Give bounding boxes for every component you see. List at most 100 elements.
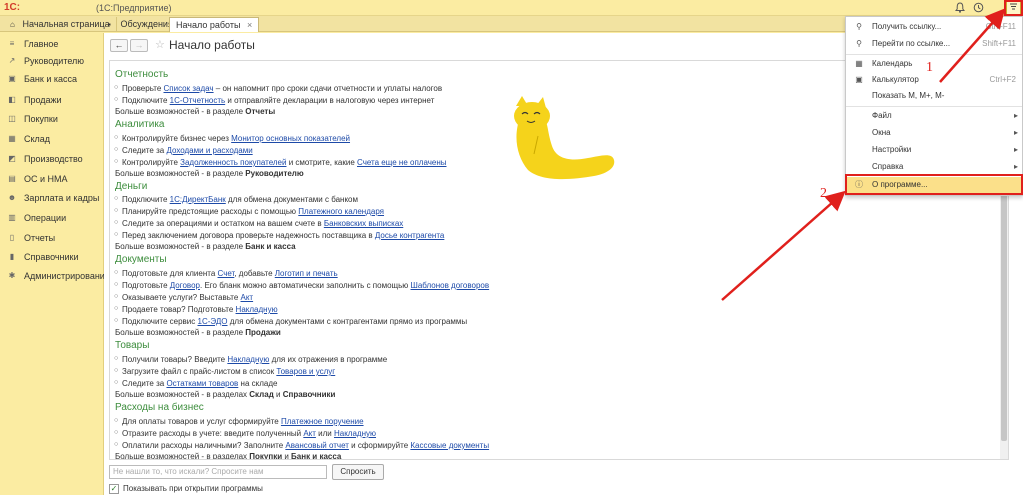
show-on-start-checkbox[interactable]: ✓ xyxy=(109,484,119,494)
menu-item-file[interactable]: Файл ▸ xyxy=(846,108,1022,124)
sidebar-item-assets[interactable]: ▤ ОС и НМА xyxy=(0,171,104,187)
ask-button[interactable]: Спросить xyxy=(332,464,384,480)
dt-kt-icon: ▥ xyxy=(8,213,16,222)
payment-order-link[interactable]: Платежное поручение xyxy=(281,417,364,426)
sidebar-item-reports[interactable]: ▯ Отчеты xyxy=(0,230,104,246)
waybill-link[interactable]: Накладную xyxy=(227,355,269,364)
menu-item-calendar[interactable]: ▦ Календарь xyxy=(846,56,1022,72)
logo-stamp-link[interactable]: Логотип и печать xyxy=(275,269,338,278)
sidebar-item-manager[interactable]: ↗ Руководителю xyxy=(0,53,104,69)
edo-link[interactable]: 1С-ЭДО xyxy=(198,317,228,326)
sidebar-item-production[interactable]: ◩ Производство xyxy=(0,151,104,167)
close-icon[interactable]: × xyxy=(247,20,252,30)
chevron-right-icon: ▸ xyxy=(1013,111,1018,120)
sidebar-item-sales[interactable]: ◧ Продажи xyxy=(0,92,104,108)
sidebar-item-warehouse[interactable]: ▦ Склад xyxy=(0,131,104,147)
list-item: Оплатили расходы наличными? Заполните Ав… xyxy=(114,441,489,450)
act-link[interactable]: Акт xyxy=(241,293,254,302)
bell-icon[interactable] xyxy=(954,2,966,14)
menu-item-settings[interactable]: Настройки ▸ xyxy=(846,142,1022,158)
more-options: Больше возможностей - в разделе Отчеты xyxy=(115,107,276,116)
income-expenses-link[interactable]: Доходами и расходами xyxy=(166,146,252,155)
app-logo: 1С: xyxy=(4,2,21,13)
list-item: Следите за Остатками товаров на складе xyxy=(114,379,277,388)
reporting-link[interactable]: 1С-Отчетность xyxy=(170,96,226,105)
sidebar-item-label: Операции xyxy=(24,213,67,223)
bank-statements-link[interactable]: Банковских выписках xyxy=(324,219,403,228)
calendar-icon: ▦ xyxy=(855,59,863,68)
sidebar-item-label: Справочники xyxy=(24,252,79,262)
sidebar-item-label: Зарплата и кадры xyxy=(24,193,100,203)
list-item: Продаете товар? Подготовьте Накладную xyxy=(114,305,278,314)
stock-balances-link[interactable]: Остатками товаров xyxy=(166,379,238,388)
section-heading-reports: Отчетность xyxy=(115,69,169,80)
task-list-link[interactable]: Список задач xyxy=(164,84,214,93)
directbank-link[interactable]: 1С:ДиректБанк xyxy=(170,195,226,204)
list-item: Подключите 1С-Отчетность и отправляйте д… xyxy=(114,96,434,105)
favorite-star-icon[interactable]: ☆ xyxy=(155,38,165,51)
ask-question-input[interactable]: Не нашли то, что искали? Спросите нам xyxy=(109,465,327,479)
report-icon: ▯ xyxy=(9,233,15,242)
unpaid-invoices-link[interactable]: Счета еще не оплачены xyxy=(357,158,447,167)
menu-item-go-link[interactable]: ⚲ Перейти по ссылке... Shift+F11 xyxy=(846,36,1022,52)
payment-calendar-link[interactable]: Платежного календаря xyxy=(298,207,384,216)
cash-documents-link[interactable]: Кассовые документы xyxy=(410,441,489,450)
sidebar-item-operations[interactable]: ▥ Операции xyxy=(0,210,104,226)
menu-item-memory[interactable]: Показать М, М+, М- xyxy=(846,88,1022,104)
sidebar: ≡ Главное ↗ Руководителю ▣ Банк и касса ◧ Пр… xyxy=(0,33,110,495)
waybill-link[interactable]: Накладную xyxy=(334,429,376,438)
sidebar-item-salary[interactable]: ☻ Зарплата и кадры xyxy=(0,190,104,206)
sidebar-item-label: Производство xyxy=(24,154,83,164)
chevron-right-icon: ▸ xyxy=(1013,162,1018,171)
show-on-start-label: Показывать при открытии программы xyxy=(123,484,263,493)
main-menu-dropdown: ⚲ Получить ссылку... Ctrl+F11 ⚲ Перейти по … xyxy=(845,16,1023,196)
contract-link[interactable]: Договор xyxy=(170,281,200,290)
menu-item-get-link[interactable]: ⚲ Получить ссылку... Ctrl+F11 xyxy=(846,19,1022,35)
more-options: Больше возможностей - в разделах Покупки… xyxy=(115,452,342,460)
list-item: Проверьте Список задач – он напомнит про… xyxy=(114,84,442,93)
sidebar-item-label: Склад xyxy=(24,134,51,144)
invoice-link[interactable]: Счет xyxy=(218,269,235,278)
waybill-link[interactable]: Накладную xyxy=(236,305,278,314)
sidebar-item-purchases[interactable]: ◫ Покупки xyxy=(0,111,104,127)
forward-button[interactable]: → xyxy=(130,39,148,52)
sidebar-item-label: Главное xyxy=(24,39,59,49)
menu-item-help[interactable]: Справка ▸ xyxy=(846,159,1022,175)
sidebar-item-bank[interactable]: ▣ Банк и касса xyxy=(0,71,104,87)
back-button[interactable]: ← xyxy=(110,39,128,52)
chevron-right-icon: ▸ xyxy=(1013,145,1018,154)
contract-templates-link[interactable]: Шаблонов договоров xyxy=(411,281,490,290)
goods-services-link[interactable]: Товаров и услуг xyxy=(276,367,335,376)
tab-getting-started[interactable]: Начало работы × xyxy=(169,17,260,32)
kpi-monitor-link[interactable]: Монитор основных показателей xyxy=(231,134,350,143)
sidebar-item-main[interactable]: ≡ Главное xyxy=(0,36,104,52)
advance-report-link[interactable]: Авансовый отчет xyxy=(285,441,349,450)
people-icon: ☻ xyxy=(7,193,17,202)
sidebar-item-catalogs[interactable]: ▮ Справочники xyxy=(0,249,104,265)
tab-home[interactable]: ⌂ Начальная страница xyxy=(4,17,117,32)
chat-icon: ▪ xyxy=(108,20,111,29)
menu-separator xyxy=(846,106,1022,107)
tab-label: Начало работы xyxy=(176,20,241,30)
tab-label: Обсуждения xyxy=(120,19,173,29)
counterparty-dossier-link[interactable]: Досье контрагента xyxy=(375,231,444,240)
chart-icon: ↗ xyxy=(8,56,16,65)
menu-item-calculator[interactable]: ▣ Калькулятор Ctrl+F2 xyxy=(846,72,1022,88)
act-link[interactable]: Акт xyxy=(303,429,316,438)
sidebar-item-label: Покупки xyxy=(24,114,58,124)
bank-icon: ▣ xyxy=(8,74,16,83)
annotation-number-1: 1 xyxy=(926,60,933,75)
list-item: Получили товары? Введите Накладную для и… xyxy=(114,355,387,364)
sidebar-item-label: Продажи xyxy=(24,95,62,105)
menu-item-windows[interactable]: Окна ▸ xyxy=(846,125,1022,141)
sidebar-item-admin[interactable]: ✱ Администрирование xyxy=(0,268,110,284)
sidebar-item-label: Руководителю xyxy=(24,56,85,66)
mascot-cat-illustration xyxy=(514,96,615,180)
bag-icon: ◧ xyxy=(8,95,16,104)
receivables-link[interactable]: Задолженность покупателей xyxy=(180,158,286,167)
section-heading-expenses: Расходы на бизнес xyxy=(115,402,204,413)
link-icon: ⚲ xyxy=(856,22,862,31)
box-icon: ▦ xyxy=(8,134,16,143)
sidebar-item-label: Администрирование xyxy=(24,271,110,281)
history-icon[interactable] xyxy=(972,2,984,14)
